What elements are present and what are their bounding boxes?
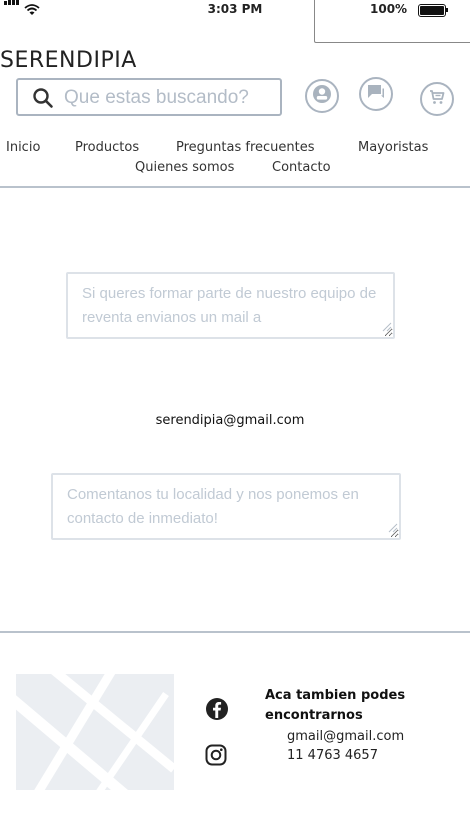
contact-email: serendipia@gmail.com (155, 413, 305, 428)
footer-divider (0, 631, 470, 633)
chat-button[interactable] (359, 77, 393, 111)
location-message-textbox[interactable] (51, 473, 401, 540)
nav-item-preguntas-frecuentes[interactable]: Preguntas frecuentes (176, 140, 315, 155)
location-message-wrapper (51, 473, 401, 540)
account-button[interactable] (305, 79, 339, 113)
search-icon[interactable] (32, 87, 54, 113)
resize-grip-icon[interactable] (388, 518, 398, 537)
footer-heading: Aca tambien podes encontrarnos (265, 688, 406, 723)
footer-phone[interactable]: 11 4763 4657 (287, 748, 378, 763)
location-map[interactable] (16, 674, 174, 790)
cart-button[interactable] (420, 82, 454, 116)
nav-item-inicio[interactable]: Inicio (6, 140, 40, 155)
chat-icon (366, 82, 386, 106)
nav-item-quienes-somos[interactable]: Quienes somos (135, 160, 234, 175)
reseller-message-wrapper (66, 272, 395, 339)
nav-divider (0, 186, 470, 188)
search-box[interactable] (16, 78, 282, 116)
facebook-icon[interactable] (205, 697, 229, 725)
resize-grip-icon[interactable] (382, 317, 392, 336)
nav-item-contacto[interactable]: Contacto (272, 160, 331, 175)
header-corner-frame (314, 0, 470, 43)
site-logo[interactable]: SERENDIPIA (0, 48, 137, 73)
nav-item-mayoristas[interactable]: Mayoristas (358, 140, 428, 155)
user-icon (312, 84, 332, 108)
nav-item-productos[interactable]: Productos (75, 140, 139, 155)
cart-icon (428, 88, 446, 110)
instagram-icon[interactable] (205, 744, 227, 770)
reseller-message-textbox[interactable] (66, 272, 395, 339)
footer-email[interactable]: gmail@gmail.com (287, 729, 404, 744)
search-input[interactable] (64, 86, 274, 110)
